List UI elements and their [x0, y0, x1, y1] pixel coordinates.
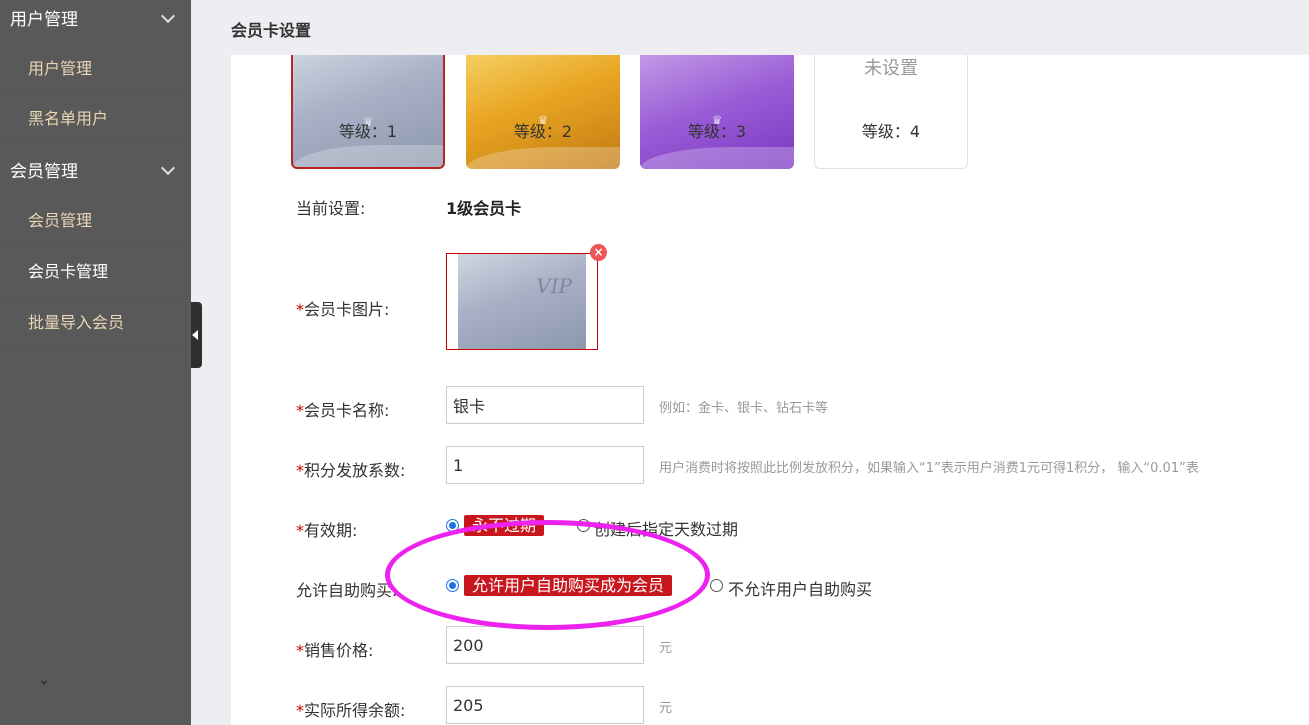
page-title: 会员卡设置 — [231, 21, 312, 40]
chevron-down-icon — [160, 8, 176, 24]
sidebar: 用户管理 用户管理 黑名单用户 会员管理 会员管理 会员卡管理 批量导入会员 ⌄ — [0, 0, 191, 725]
sidebar-item-label: 会员管理 — [28, 211, 93, 230]
required-mark: * — [296, 521, 304, 540]
current-setting-label: 当前设置: — [296, 199, 366, 218]
sidebar-item-member-management[interactable]: 会员管理 — [0, 196, 191, 246]
card-name-label: *会员卡名称: — [296, 397, 389, 421]
sidebar-item-bulk-import[interactable]: 批量导入会员 — [0, 298, 191, 348]
validity-never-option[interactable]: 永不过期 — [464, 515, 545, 536]
points-ratio-label: *积分发放系数: — [296, 457, 405, 481]
validity-days-radio[interactable] — [577, 519, 590, 532]
required-mark: * — [296, 401, 304, 420]
card-image-label-text: 会员卡图片: — [304, 300, 390, 319]
card-name-input[interactable] — [446, 386, 644, 424]
sale-price-unit: 元 — [659, 641, 673, 656]
sidebar-collapse-button[interactable] — [191, 302, 202, 368]
close-icon[interactable]: × — [590, 244, 607, 261]
required-mark: * — [296, 641, 304, 660]
card-name-hint: 例如：金卡、银卡、钻石卡等 — [659, 401, 829, 416]
sidebar-item-label: 会员卡管理 — [28, 262, 109, 281]
card-level-4[interactable]: 未设置 — [814, 55, 968, 169]
sidebar-item-label: 用户管理 — [28, 59, 93, 78]
actual-balance-label: *实际所得余额: — [296, 697, 405, 721]
validity-label-text: 有效期: — [304, 521, 358, 540]
required-mark: * — [296, 701, 304, 720]
nav-group-label: 会员管理 — [10, 162, 78, 182]
page-header: 会员卡设置 — [191, 0, 1309, 55]
current-setting-value: 1级会员卡 — [446, 199, 522, 218]
card-unset-label: 未设置 — [864, 58, 918, 79]
required-mark: * — [296, 300, 304, 319]
nav-group-label: 用户管理 — [10, 10, 78, 30]
sidebar-item-member-card[interactable]: 会员卡管理 — [0, 247, 191, 297]
sidebar-item-label: 黑名单用户 — [28, 109, 109, 128]
sidebar-item-label: 批量导入会员 — [28, 313, 125, 332]
card-image-label: *会员卡图片: — [296, 296, 389, 320]
card-name-label-text: 会员卡名称: — [304, 401, 390, 420]
self-purchase-deny-option[interactable]: 不允许用户自助购买 — [728, 576, 872, 600]
points-ratio-input[interactable] — [446, 446, 644, 484]
card-level-label: 等级：1 — [338, 122, 398, 141]
validity-label: *有效期: — [296, 517, 357, 541]
sidebar-item-user-management[interactable]: 用户管理 — [0, 44, 191, 94]
validity-never-radio[interactable] — [446, 519, 459, 532]
card-level-1[interactable]: ♛ — [291, 55, 445, 169]
nav-group-user-management[interactable]: 用户管理 — [0, 0, 191, 40]
sidebar-item-blacklist[interactable]: 黑名单用户 — [0, 94, 191, 144]
card-wave-decoration — [640, 147, 794, 169]
actual-balance-unit: 元 — [659, 701, 673, 716]
points-ratio-label-text: 积分发放系数: — [304, 461, 406, 480]
self-purchase-deny-radio[interactable] — [710, 579, 723, 592]
actual-balance-label-text: 实际所得余额: — [304, 701, 406, 720]
card-level-3[interactable]: ♛ — [640, 55, 794, 169]
card-wave-decoration — [293, 145, 443, 167]
card-level-label: 等级：4 — [861, 122, 921, 141]
card-image-vip-text: VIP — [536, 274, 572, 298]
self-purchase-allow-option[interactable]: 允许用户自助购买成为会员 — [464, 575, 673, 596]
card-image-preview[interactable]: VIP — [446, 253, 598, 350]
self-purchase-allow-radio[interactable] — [446, 579, 459, 592]
self-purchase-label: 允许自助购买: — [296, 581, 398, 600]
required-mark: * — [296, 461, 304, 480]
card-wave-decoration — [466, 147, 620, 169]
card-level-2[interactable]: ♛ — [466, 55, 620, 169]
sale-price-label-text: 销售价格: — [304, 641, 374, 660]
chevron-down-icon — [160, 160, 176, 176]
sale-price-label: *销售价格: — [296, 637, 373, 661]
nav-group-member-management[interactable]: 会员管理 — [0, 152, 191, 192]
points-ratio-hint: 用户消费时将按照此比例发放积分，如果输入“1”表示用户消费1元可得1积分， 输入… — [659, 461, 1199, 476]
validity-days-option[interactable]: 创建后指定天数过期 — [594, 516, 738, 540]
card-level-label: 等级：3 — [687, 122, 747, 141]
chevron-down-icon: ⌄ — [38, 672, 50, 688]
actual-balance-input[interactable] — [446, 686, 644, 724]
card-level-label: 等级：2 — [513, 122, 573, 141]
caret-left-icon — [192, 330, 198, 340]
content-panel: ♛ ♛ ♛ 未设置 等级：1 等级：2 等级：3 等级：4 当前设置: 1级会员… — [231, 55, 1309, 725]
sale-price-input[interactable] — [446, 626, 644, 664]
card-image: VIP — [458, 254, 586, 349]
